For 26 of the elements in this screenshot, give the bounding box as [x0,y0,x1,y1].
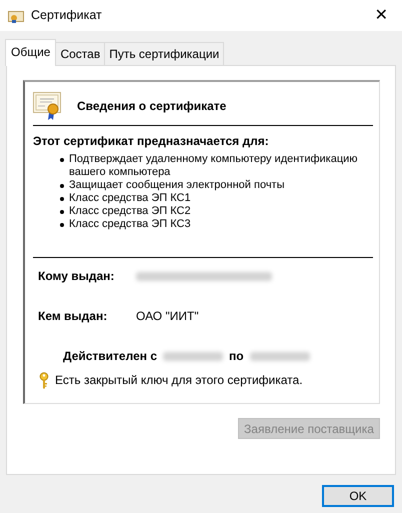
purpose-item: Защищает сообщения электронной почты [69,179,284,192]
purpose-item: Класс средства ЭП КС2 [69,205,191,218]
validity-label: Действителен с [63,348,157,365]
bullet-icon [60,223,64,227]
bullet-icon [60,210,64,214]
field-label: Кем выдан: [38,308,108,325]
field-label: Кому выдан: [38,268,116,285]
purpose-item: Класс средства ЭП КС3 [69,218,191,231]
section-heading: Сведения о сертификате [77,98,226,114]
window-title: Сертификат [31,7,102,24]
close-button[interactable]: ✕ [368,8,394,24]
certificate-icon [8,8,24,22]
key-note: Есть закрытый ключ для этого сертификата. [55,372,303,389]
purpose-item: Класс средства ЭП КС1 [69,192,191,205]
key-icon [39,372,49,388]
bullet-icon [60,158,64,162]
validity-label: по [229,348,244,365]
field-value: ОАО "ИИТ" [136,308,199,325]
bullet-icon [60,184,64,188]
tab[interactable]: Путь сертификации [104,42,224,65]
purpose-item: Подтверждает удаленному компьютеру идентификацию вашего компьютера [69,153,359,179]
ok-button[interactable]: OK [322,485,394,507]
purpose-title: Этот сертификат предназначается для: [33,133,270,150]
certificate-icon [33,90,63,120]
bullet-icon [60,197,64,201]
tab[interactable]: Общие [5,39,56,66]
